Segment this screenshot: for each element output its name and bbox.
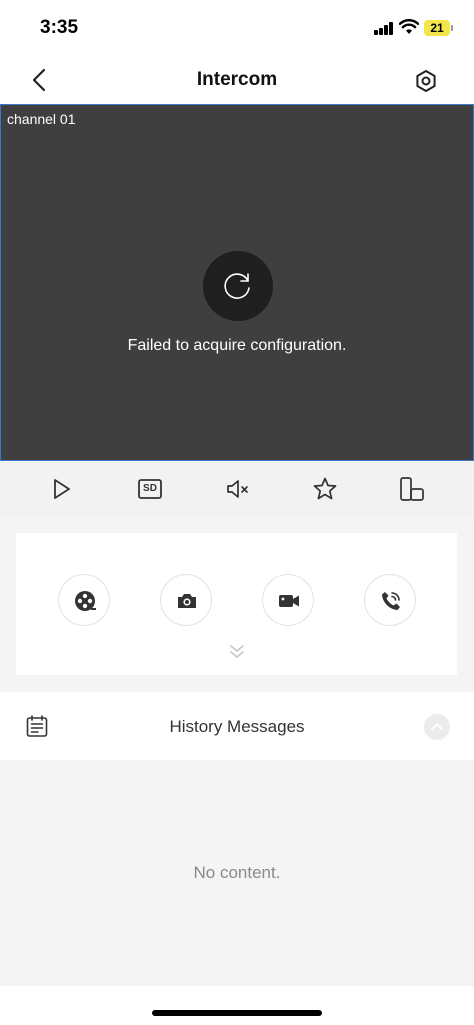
video-player[interactable]: channel 01 Failed to acquire configurati… bbox=[0, 104, 474, 461]
signal-icon bbox=[374, 22, 394, 35]
gear-icon[interactable] bbox=[412, 67, 440, 95]
snapshot-button[interactable] bbox=[160, 574, 212, 626]
video-camera-icon bbox=[279, 595, 299, 607]
history-list: No content. bbox=[0, 760, 474, 986]
wifi-icon bbox=[399, 19, 419, 34]
film-reel-icon bbox=[75, 591, 96, 611]
chevron-double-down-icon[interactable] bbox=[226, 643, 248, 661]
chevron-up-icon bbox=[431, 723, 443, 730]
empty-state-text: No content. bbox=[193, 863, 281, 882]
camera-icon bbox=[178, 594, 196, 608]
call-button[interactable] bbox=[364, 574, 416, 626]
player-toolbar: SD bbox=[0, 461, 474, 517]
battery-level: 21 bbox=[424, 20, 450, 36]
phone-icon bbox=[382, 592, 400, 610]
screen: 3:35 21 Intercom channel 01 Failed to ac… bbox=[0, 0, 474, 1025]
nav-bar: Intercom bbox=[0, 56, 474, 104]
reload-button[interactable] bbox=[203, 251, 273, 321]
channel-label: channel 01 bbox=[7, 111, 76, 127]
history-title: History Messages bbox=[169, 717, 305, 736]
sd-label: SD bbox=[143, 483, 157, 494]
collapse-button[interactable] bbox=[424, 714, 450, 740]
mute-icon[interactable] bbox=[224, 475, 252, 503]
record-button[interactable] bbox=[262, 574, 314, 626]
actions-card bbox=[16, 533, 457, 675]
history-header: History Messages bbox=[0, 692, 474, 760]
status-time: 3:35 bbox=[40, 17, 79, 38]
star-icon[interactable] bbox=[311, 475, 339, 503]
device-switch-icon[interactable] bbox=[398, 475, 426, 503]
playback-button[interactable] bbox=[58, 574, 110, 626]
home-indicator[interactable] bbox=[152, 1010, 322, 1016]
refresh-icon bbox=[224, 273, 250, 299]
page-title: Intercom bbox=[196, 69, 278, 90]
status-bar: 3:35 21 bbox=[0, 0, 474, 56]
error-message: Failed to acquire configuration. bbox=[127, 337, 347, 354]
sd-button[interactable]: SD bbox=[136, 475, 164, 503]
battery-icon: 21 bbox=[424, 20, 454, 36]
play-icon[interactable] bbox=[47, 475, 75, 503]
